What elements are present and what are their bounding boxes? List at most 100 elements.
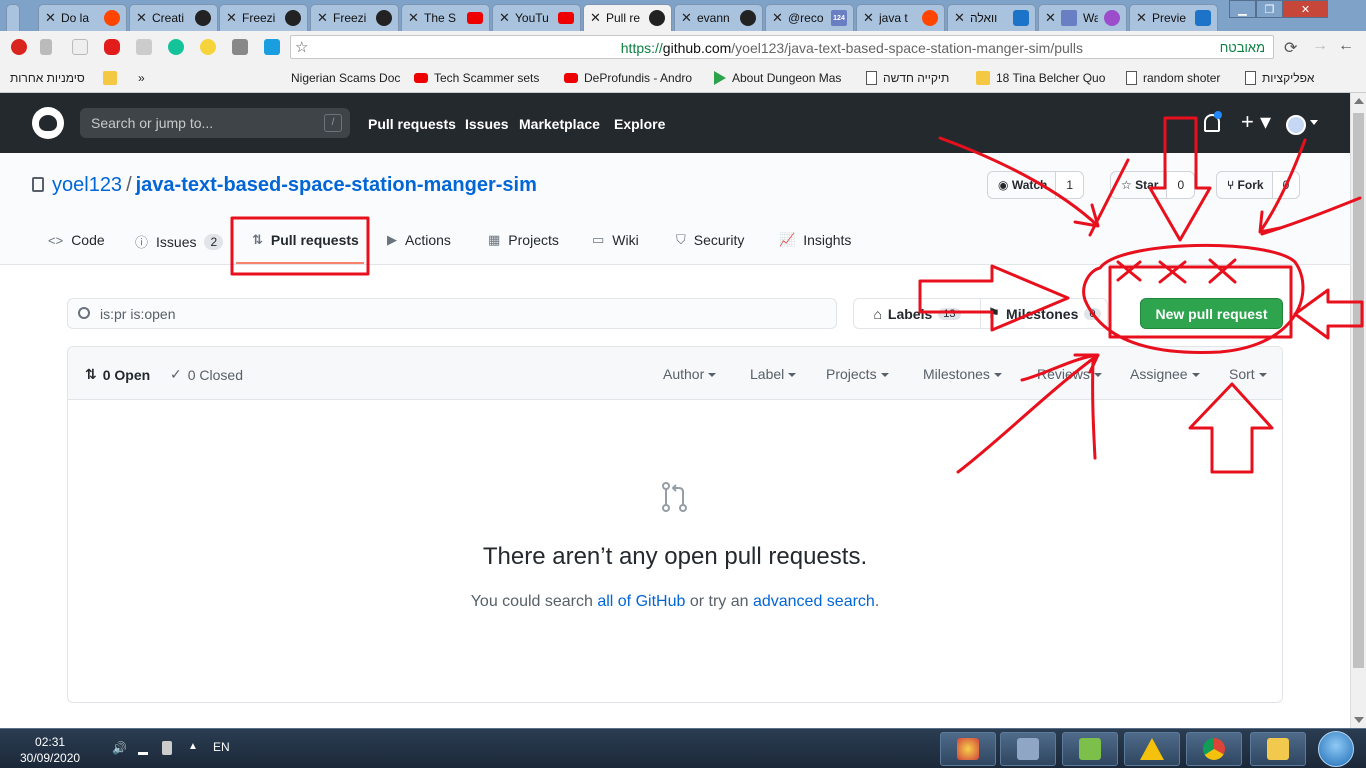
adblock-icon[interactable] bbox=[104, 39, 120, 55]
bookmark-item[interactable]: Tech Scammer sets bbox=[414, 70, 548, 86]
browser-tab[interactable]: ✕ Wa bbox=[1038, 4, 1127, 31]
github-logo-icon[interactable] bbox=[32, 107, 64, 139]
windows-start-button[interactable] bbox=[1318, 731, 1354, 767]
tab-issues[interactable]: ⓘ Issues 2 bbox=[135, 232, 224, 251]
browser-tab[interactable]: ✕ @reco 124 bbox=[765, 4, 854, 31]
avatar[interactable] bbox=[1286, 115, 1306, 135]
tab-security[interactable]: ⛉ Security bbox=[676, 232, 744, 248]
avatar-caret-icon[interactable] bbox=[1310, 120, 1318, 125]
scroll-up-arrow-icon[interactable] bbox=[1354, 98, 1364, 104]
tab-close-icon[interactable]: ✕ bbox=[772, 10, 783, 26]
nav-issues[interactable]: Issues bbox=[465, 116, 509, 132]
taskbar-control-panel-app[interactable] bbox=[1000, 732, 1056, 766]
bookmark-item[interactable]: DeProfundis - Andro bbox=[564, 70, 700, 86]
projects-filter-dropdown[interactable]: Projects bbox=[826, 366, 889, 382]
bookmark-star-icon[interactable]: ☆ bbox=[295, 38, 308, 56]
search-input[interactable]: Search or jump to... / bbox=[80, 108, 350, 138]
forward-arrow-icon[interactable]: → bbox=[1312, 37, 1328, 55]
extension-bars-icon[interactable] bbox=[40, 39, 52, 55]
tab-close-icon[interactable]: ✕ bbox=[1045, 10, 1056, 26]
extension-circle-icon[interactable] bbox=[200, 39, 216, 55]
tab-close-icon[interactable]: ✕ bbox=[136, 10, 147, 26]
create-new-plus-icon[interactable]: + ▾ bbox=[1241, 109, 1271, 135]
network-signal-icon[interactable] bbox=[138, 741, 148, 755]
reload-icon[interactable]: ⟳ bbox=[1284, 38, 1297, 58]
tab-close-icon[interactable]: ✕ bbox=[590, 10, 601, 26]
bookmarks-overflow[interactable]: » bbox=[138, 70, 145, 86]
reviews-filter-dropdown[interactable]: Reviews bbox=[1037, 366, 1102, 382]
nav-marketplace[interactable]: Marketplace bbox=[519, 116, 600, 132]
browser-tab[interactable]: ✕ Freezi bbox=[219, 4, 308, 31]
assignee-filter-dropdown[interactable]: Assignee bbox=[1130, 366, 1200, 382]
nav-pull-requests[interactable]: Pull requests bbox=[368, 116, 456, 132]
star-button[interactable]: ☆ Star 0 bbox=[1110, 171, 1196, 199]
taskbar-warning-app[interactable] bbox=[1124, 732, 1180, 766]
address-bar[interactable]: ☆ https://github.com/yoel123/java-text-b… bbox=[290, 35, 1274, 59]
taskbar-clock[interactable]: 02:31 30/09/2020 bbox=[20, 734, 80, 766]
fork-button[interactable]: ⑂ Fork 0 bbox=[1216, 171, 1301, 199]
back-arrow-icon[interactable]: ← bbox=[1338, 37, 1354, 55]
browser-tab[interactable]: ✕ The S bbox=[401, 4, 490, 31]
browser-tab[interactable]: ✕ evann bbox=[674, 4, 763, 31]
advanced-search-link[interactable]: advanced search bbox=[753, 593, 875, 610]
camera-icon[interactable] bbox=[232, 39, 248, 55]
browser-tab[interactable]: ✕ Creati bbox=[129, 4, 218, 31]
taskbar-chrome-app[interactable] bbox=[1186, 732, 1242, 766]
tab-close-icon[interactable]: ✕ bbox=[863, 10, 874, 26]
bookmark-item[interactable]: Nigerian Scams Docu bbox=[291, 70, 401, 86]
extension-pdf-icon[interactable] bbox=[136, 39, 152, 55]
folder-icon[interactable] bbox=[103, 70, 117, 86]
browser-tab-active[interactable]: ✕ Pull re bbox=[583, 4, 672, 31]
browser-tab[interactable]: ✕ java t bbox=[856, 4, 945, 31]
browser-tab[interactable]: ✕ Freezi bbox=[310, 4, 399, 31]
label-filter-dropdown[interactable]: Label bbox=[750, 366, 797, 382]
language-indicator[interactable]: EN bbox=[213, 740, 230, 754]
scroll-down-arrow-icon[interactable] bbox=[1354, 717, 1364, 723]
milestones-button[interactable]: ⚑ Milestones 0 bbox=[980, 299, 1107, 328]
sort-dropdown[interactable]: Sort bbox=[1229, 366, 1267, 382]
tab-close-icon[interactable]: ✕ bbox=[226, 10, 237, 26]
tab-actions[interactable]: ▶ Actions bbox=[387, 232, 451, 248]
tab-insights[interactable]: 📈 Insights bbox=[779, 232, 851, 248]
bookmark-item[interactable]: About Dungeon Mas bbox=[714, 70, 850, 86]
labels-button[interactable]: ⌂ Labels 13 bbox=[854, 299, 980, 328]
scrollbar-thumb[interactable] bbox=[1353, 113, 1364, 668]
minimize-button[interactable]: ▁ bbox=[1229, 0, 1256, 18]
bookmark-item[interactable]: אפליקציות bbox=[1245, 70, 1357, 86]
bookmark-item[interactable]: תיקייה חדשה bbox=[866, 70, 966, 86]
tab-close-icon[interactable]: ✕ bbox=[317, 10, 328, 26]
restore-button[interactable]: ❐ bbox=[1256, 0, 1283, 18]
bookmark-item[interactable]: random shoter bbox=[1126, 70, 1236, 86]
tab-pull-requests[interactable]: ⇅ Pull requests bbox=[252, 232, 359, 248]
fork-count[interactable]: 0 bbox=[1271, 172, 1300, 198]
browser-tab[interactable]: ✕ YouTu bbox=[492, 4, 581, 31]
all-of-github-link[interactable]: all of GitHub bbox=[597, 593, 685, 610]
nav-explore[interactable]: Explore bbox=[614, 116, 665, 132]
browser-tab[interactable]: ✕ Do la bbox=[38, 4, 127, 31]
taskbar-paint-app[interactable] bbox=[940, 732, 996, 766]
extension-chrome-icon[interactable] bbox=[72, 39, 88, 55]
new-pull-request-button[interactable]: New pull request bbox=[1140, 298, 1283, 329]
repo-name-link[interactable]: java-text-based-space-station-manger-sim bbox=[136, 174, 537, 196]
tab-close-icon[interactable]: ✕ bbox=[45, 10, 56, 26]
volume-icon[interactable]: 🔊 bbox=[112, 741, 127, 755]
pr-filter-input[interactable]: is:pr is:open bbox=[67, 298, 837, 329]
repo-owner-link[interactable]: yoel123 bbox=[52, 174, 122, 196]
tab-code[interactable]: <> Code bbox=[48, 232, 105, 248]
tab-close-icon[interactable]: ✕ bbox=[681, 10, 692, 26]
show-hidden-icons-chevron[interactable]: ▲ bbox=[188, 741, 202, 755]
close-window-button[interactable]: ✕ bbox=[1283, 0, 1328, 18]
taskbar-notepad-app[interactable] bbox=[1062, 732, 1118, 766]
tab-wiki[interactable]: ▭ Wiki bbox=[592, 232, 639, 248]
tab-close-icon[interactable]: ✕ bbox=[954, 10, 965, 26]
other-bookmarks[interactable]: סימניות אחרות bbox=[10, 70, 85, 86]
bookmark-item[interactable]: 18 Tina Belcher Quo bbox=[976, 70, 1112, 86]
browser-tab[interactable]: ✕ Previe bbox=[1129, 4, 1218, 31]
watch-button[interactable]: ◉ Watch 1 bbox=[987, 171, 1085, 199]
extension-window-icon[interactable] bbox=[264, 39, 280, 55]
author-filter-dropdown[interactable]: Author bbox=[663, 366, 717, 382]
browser-tab[interactable]: ✕ וואלה bbox=[947, 4, 1036, 31]
watch-count[interactable]: 1 bbox=[1055, 172, 1084, 198]
tab-close-icon[interactable]: ✕ bbox=[499, 10, 510, 26]
secure-label[interactable]: מאובטח bbox=[1220, 40, 1265, 55]
